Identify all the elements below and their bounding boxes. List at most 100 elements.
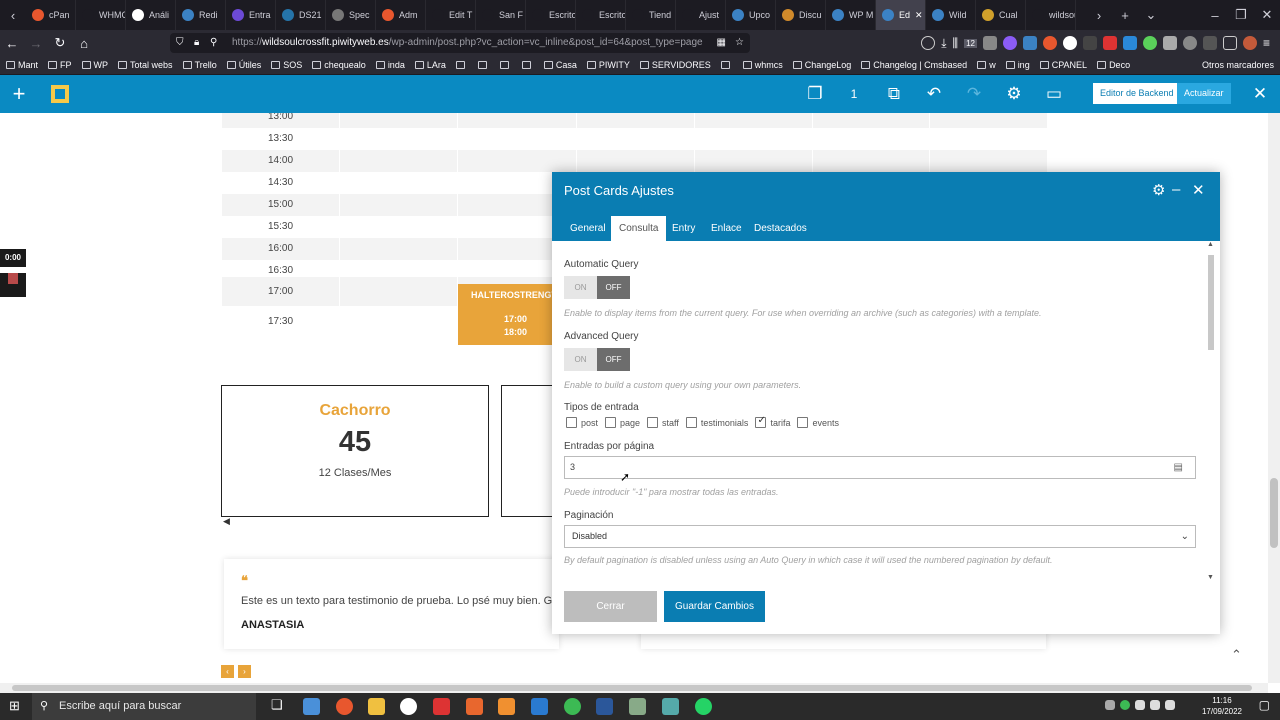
modal-scrollbar[interactable]: ▲ ▼ — [1206, 241, 1216, 581]
bookmark-item[interactable]: Casa — [543, 60, 577, 70]
word-icon[interactable] — [596, 698, 613, 715]
bookmark-item[interactable]: Total webs — [118, 60, 173, 70]
app-icon[interactable] — [433, 698, 450, 715]
bookmark-item[interactable]: SOS — [271, 60, 302, 70]
browser-tab[interactable]: WHMCS — [76, 0, 126, 30]
browser-tab[interactable]: Tiend — [626, 0, 676, 30]
bookmark-item[interactable] — [521, 61, 534, 69]
bookmark-item[interactable]: SERVIDORES — [639, 60, 711, 70]
checkbox-events[interactable] — [797, 417, 809, 428]
extension-icon[interactable] — [1062, 36, 1077, 50]
chrome-icon[interactable] — [564, 698, 581, 715]
checkbox-post[interactable] — [566, 417, 577, 428]
browser-tab[interactable]: San F — [476, 0, 526, 30]
vscode-icon[interactable] — [531, 698, 548, 715]
browser-tab[interactable]: Ajust — [676, 0, 726, 30]
bookmark-item[interactable]: inda — [375, 60, 405, 70]
browser-tab[interactable]: Upco — [726, 0, 776, 30]
checkbox-tarifa[interactable] — [755, 415, 767, 428]
lock-icon[interactable]: 🔒︎ — [194, 33, 199, 53]
taskbar-search[interactable]: ⚲ Escribe aquí para buscar — [32, 693, 256, 720]
bookmark-item[interactable]: PIWITY — [586, 60, 630, 70]
bookmark-item[interactable]: CPANEL — [1039, 60, 1087, 70]
tray-icon[interactable] — [1135, 700, 1145, 710]
bookmark-item[interactable]: Deco — [1097, 60, 1130, 70]
toggle-off[interactable]: OFF — [597, 348, 630, 371]
bookmark-item[interactable]: ing — [1005, 60, 1030, 70]
carousel-prev-icon[interactable]: ◀ — [223, 516, 230, 527]
modal-tab-consulta[interactable]: Consulta — [611, 216, 667, 241]
bookmark-item[interactable] — [477, 61, 490, 69]
horizontal-scrollbar[interactable] — [0, 683, 1268, 693]
bookmark-item[interactable]: WP — [81, 60, 108, 70]
system-clock[interactable]: 11:16 17/09/2022 — [1202, 695, 1242, 717]
advanced-query-toggle[interactable]: ON OFF — [564, 348, 631, 371]
pagination-select[interactable]: Disabled ⌄ — [564, 525, 1196, 548]
automatic-query-toggle[interactable]: ON OFF — [564, 276, 631, 299]
bookmark-item[interactable]: LAra — [414, 60, 446, 70]
modal-settings-icon[interactable]: ⚙ — [1152, 181, 1165, 199]
modal-tab-entry[interactable]: Entry — [664, 216, 703, 241]
home-icon[interactable]: ⌂ — [72, 36, 96, 51]
restore-window-icon[interactable]: ❐ — [1228, 7, 1254, 23]
url-bar[interactable]: ⛉ 🔒︎ ⚲ https://wildsoulcrossfit.piwitywe… — [170, 33, 750, 53]
tab-scroll-left-icon[interactable]: ‹ — [0, 8, 26, 23]
task-view-icon[interactable]: ❏ — [271, 697, 283, 713]
wifi-icon[interactable] — [1150, 700, 1160, 710]
close-tab-icon[interactable]: ✕ — [915, 10, 923, 21]
app-icon[interactable] — [498, 698, 515, 715]
permissions-icon[interactable]: ⚲ — [210, 33, 217, 53]
pocket-icon[interactable] — [921, 36, 936, 50]
responsive-preview-icon[interactable]: ▭ — [1043, 84, 1065, 104]
toggle-off[interactable]: OFF — [597, 276, 630, 299]
backend-editor-button[interactable]: Editor de Backend — [1093, 83, 1181, 104]
recorder-stop-button[interactable] — [0, 273, 26, 297]
extension-icon[interactable] — [1042, 36, 1057, 50]
extension-puzzle-icon[interactable] — [982, 36, 997, 50]
forward-icon[interactable]: → — [24, 36, 48, 51]
new-tab-icon[interactable]: + — [1112, 8, 1138, 23]
bookmark-item[interactable]: Trello — [182, 60, 217, 70]
scroll-down-icon[interactable]: ▼ — [1207, 574, 1214, 581]
volume-icon[interactable] — [1165, 700, 1175, 710]
extension-icon[interactable] — [1202, 36, 1217, 50]
extension-icon[interactable] — [1182, 36, 1197, 50]
bookmark-item[interactable]: Changelog | Cmsbased — [861, 60, 967, 70]
browser-tab[interactable]: Ed ✕ — [876, 0, 926, 30]
extension-icon[interactable] — [1002, 36, 1017, 50]
download-icon[interactable]: ⤓ — [941, 36, 946, 51]
account-icon[interactable] — [1242, 36, 1257, 50]
bookmark-item[interactable] — [499, 61, 512, 69]
bookmark-item[interactable] — [455, 61, 468, 69]
browser-tab[interactable]: Cual — [976, 0, 1026, 30]
modal-tab-destacados[interactable]: Destacados — [746, 216, 815, 241]
bookmark-item[interactable]: chequealo — [312, 60, 366, 70]
tray-icon[interactable] — [1120, 700, 1130, 710]
browser-tab[interactable]: Wild — [926, 0, 976, 30]
minimize-window-icon[interactable]: – — [1202, 8, 1228, 23]
tab-list-dropdown-icon[interactable]: ⌄ — [1138, 7, 1164, 23]
bookmark-item[interactable]: FP — [48, 60, 72, 70]
firefox-icon[interactable] — [336, 698, 353, 715]
bookmark-star-icon[interactable]: ☆ — [735, 33, 744, 53]
qr-code-icon[interactable]: ▦ — [717, 33, 726, 53]
browser-tab[interactable]: WP M — [826, 0, 876, 30]
bookmark-item[interactable]: ChangeLog — [792, 60, 851, 70]
undo-icon[interactable]: ↶ — [923, 84, 945, 104]
library-icon[interactable]: ⫼ — [953, 36, 959, 51]
extension-icon[interactable] — [1162, 36, 1177, 50]
bookmark-item[interactable] — [720, 61, 733, 69]
close-button[interactable]: Cerrar — [564, 591, 657, 622]
windows-start-icon[interactable]: ⊞ — [9, 698, 20, 714]
extension-icon[interactable] — [1142, 36, 1157, 50]
browser-tab[interactable]: Adm — [376, 0, 426, 30]
schedule-event[interactable]: HALTEROSTRENGT 17:00 18:00 — [458, 284, 553, 345]
browser-tab[interactable]: Análi — [126, 0, 176, 30]
testimonial-next-icon[interactable]: › — [238, 665, 251, 678]
extension-icon[interactable] — [1122, 36, 1137, 50]
browser-tab[interactable]: Redi — [176, 0, 226, 30]
modal-minimize-icon[interactable]: – — [1172, 181, 1180, 198]
browser-tab[interactable]: Escritorio — [526, 0, 576, 30]
extension-icon[interactable] — [1102, 36, 1117, 50]
app-icon[interactable] — [303, 698, 320, 715]
